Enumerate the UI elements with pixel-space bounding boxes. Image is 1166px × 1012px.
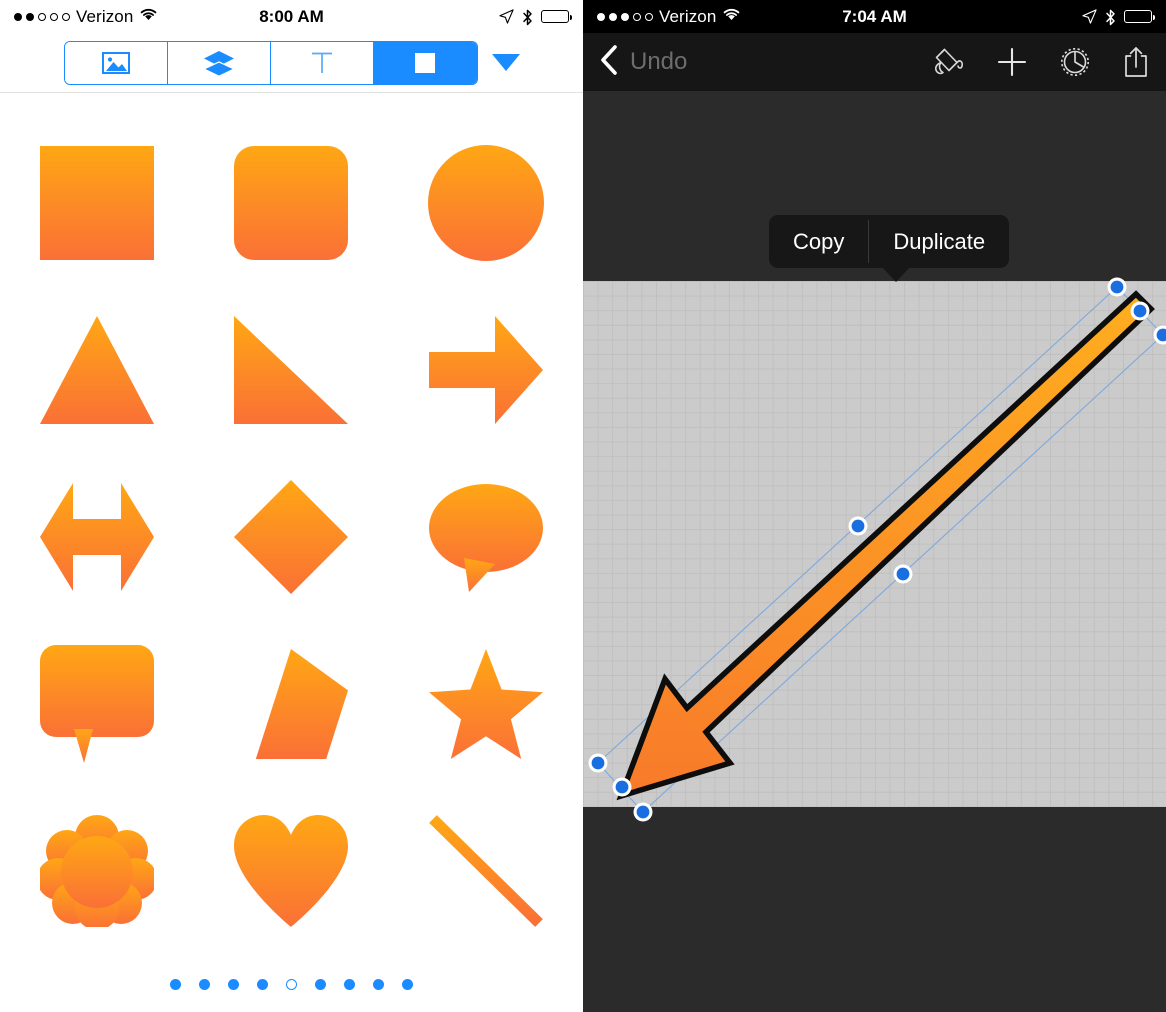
signal-dot-2 [609,12,617,21]
bluetooth-icon [522,9,533,25]
status-bar-carrier-group: Verizon [14,7,158,27]
shape-picker-grid [0,93,583,954]
page-dot-6[interactable] [315,979,326,990]
page-dot-2[interactable] [199,979,210,990]
shape-row-5 [0,787,583,954]
page-dot-3[interactable] [228,979,239,990]
status-bar-indicators [499,9,573,25]
battery-icon [1124,10,1156,23]
shape-row-3 [0,453,583,620]
drawing-canvas[interactable] [583,281,1166,807]
shape-row-2 [0,286,583,453]
shape-row-1 [0,119,583,286]
carrier-label: Verizon [76,6,134,26]
status-bar-indicators [1082,9,1156,25]
canvas-bottom-letterbox [583,807,1166,1012]
shape-right-triangle[interactable] [194,286,388,453]
shape-heart[interactable] [194,787,388,954]
wifi-icon [722,7,741,26]
page-dot-1[interactable] [170,979,181,990]
shape-diamond[interactable] [194,453,388,620]
shape-speech-rect[interactable] [0,620,194,787]
shape-arrow-right[interactable] [389,286,583,453]
segment-text[interactable] [271,41,375,84]
page-dot-7[interactable] [344,979,355,990]
editor-nav-bar: Undo [583,33,1166,91]
content-type-segmented-control[interactable] [63,40,478,85]
signal-dot-5 [62,12,70,21]
right-status-bar: Verizon 7:04 AM [583,0,1166,33]
signal-dot-3 [38,12,46,21]
shape-star[interactable] [389,620,583,787]
page-dot-5-current[interactable] [286,979,297,990]
paint-bucket-icon[interactable] [932,46,966,78]
right-screen-canvas-editor: Verizon 7:04 AM Undo Copy Duplicate [583,0,1166,1012]
status-bar-carrier-group: Verizon [597,7,741,27]
wifi-icon [139,7,158,26]
back-undo-group[interactable]: Undo [599,44,687,81]
copy-button[interactable]: Copy [769,215,868,268]
signal-dot-1 [14,12,22,21]
location-arrow-icon [1082,9,1097,24]
chevron-left-icon[interactable] [599,44,618,81]
left-screen-shape-picker: Verizon 8:00 AM [0,0,583,1012]
signal-strength-dots [14,12,70,21]
location-arrow-icon [499,9,514,24]
signal-strength-dots [597,12,653,21]
shape-rounded-square[interactable] [194,119,388,286]
shape-double-arrow[interactable] [0,453,194,620]
page-dot-8[interactable] [373,979,384,990]
left-status-bar: Verizon 8:00 AM [0,0,583,33]
signal-dot-4 [50,12,58,21]
bluetooth-icon [1105,9,1116,25]
gear-icon[interactable] [1058,45,1092,79]
signal-dot-2 [26,12,34,21]
page-dot-9[interactable] [402,979,413,990]
page-indicator-dots[interactable] [0,979,583,990]
context-menu-tail [882,267,910,282]
dual-screenshot-comparison: Verizon 8:00 AM Verizon 7:04 AM Undo Cop… [0,0,1166,1012]
plus-icon[interactable] [996,46,1028,78]
shape-triangle[interactable] [0,286,194,453]
shape-row-4 [0,620,583,787]
shape-circle[interactable] [389,119,583,286]
shape-pentagon[interactable] [194,620,388,787]
left-toolbar [0,33,583,93]
carrier-label: Verizon [659,6,717,26]
segment-shapes[interactable] [374,41,477,84]
undo-label[interactable]: Undo [630,48,687,76]
shape-speech-oval[interactable] [389,453,583,620]
segment-layers[interactable] [167,41,271,84]
shape-line[interactable] [389,787,583,954]
share-icon[interactable] [1122,45,1150,79]
signal-dot-3 [621,12,629,21]
shape-cloud[interactable] [0,787,194,954]
signal-dot-1 [597,12,605,21]
nav-action-buttons [932,45,1150,79]
context-menu[interactable]: Copy Duplicate [769,215,1010,282]
signal-dot-4 [633,12,641,21]
shape-square[interactable] [0,119,194,286]
segment-image[interactable] [64,41,168,84]
page-dot-4[interactable] [257,979,268,990]
signal-dot-5 [645,12,653,21]
duplicate-button[interactable]: Duplicate [869,215,1009,268]
battery-icon [541,10,573,23]
chevron-down-triangle-icon[interactable] [491,54,520,71]
